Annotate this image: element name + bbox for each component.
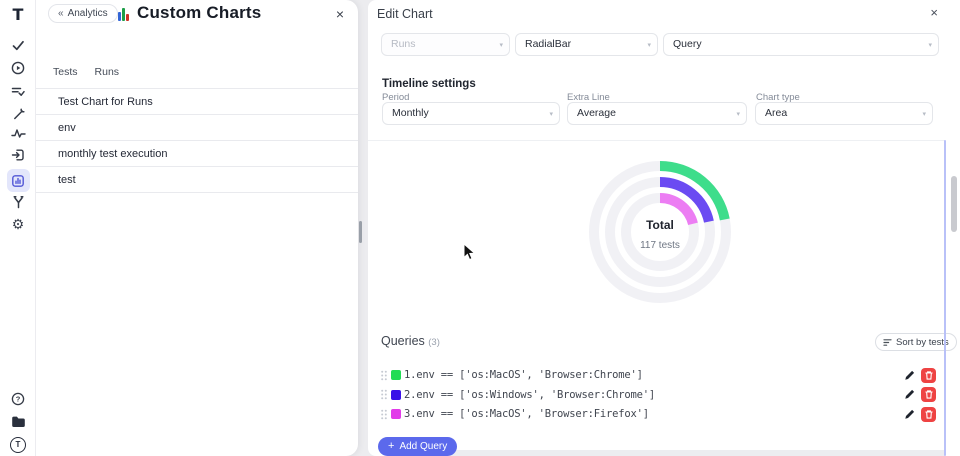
drawer-close-icon[interactable]: × bbox=[334, 5, 346, 23]
branch-icon[interactable] bbox=[0, 195, 36, 209]
period-select[interactable]: Monthly▾ bbox=[382, 102, 560, 125]
help-icon[interactable]: ? bbox=[0, 392, 36, 406]
panel-title: Edit Chart bbox=[377, 7, 433, 21]
bottom-strip bbox=[440, 450, 945, 456]
plus-icon: + bbox=[388, 441, 394, 452]
query-text: 3.env == ['os:MacOS', 'Browser:Firefox'] bbox=[404, 408, 649, 420]
logo-letter: T bbox=[13, 5, 24, 24]
chevron-down-icon: ▾ bbox=[647, 35, 651, 56]
charts-list: Test Chart for Runs env monthly test exe… bbox=[36, 88, 358, 193]
drag-handle-icon[interactable] bbox=[380, 389, 388, 400]
drag-handle-icon[interactable] bbox=[380, 370, 388, 381]
query-row: 2.env == ['os:Windows', 'Browser:Chrome'… bbox=[368, 387, 945, 403]
trash-icon bbox=[925, 390, 933, 399]
back-label: Analytics bbox=[68, 8, 108, 19]
source-select[interactable]: Runs▾ bbox=[381, 33, 510, 56]
query-row: 3.env == ['os:MacOS', 'Browser:Firefox'] bbox=[368, 406, 945, 422]
list-item-chart[interactable]: Test Chart for Runs bbox=[36, 89, 358, 115]
edit-query-icon[interactable] bbox=[904, 409, 915, 420]
chart-type-select[interactable]: Area▾ bbox=[755, 102, 933, 125]
panel-scroll-accent bbox=[944, 140, 946, 456]
edit-query-icon[interactable] bbox=[904, 389, 915, 400]
query-text: 2.env == ['os:Windows', 'Browser:Chrome'… bbox=[404, 389, 655, 401]
query-color-swatch bbox=[391, 390, 401, 400]
chart-kind-select[interactable]: RadialBar▾ bbox=[515, 33, 658, 56]
library-folder-icon[interactable] bbox=[0, 414, 36, 428]
avatar-letter: T bbox=[10, 437, 26, 453]
mode-select[interactable]: Query▾ bbox=[663, 33, 939, 56]
drag-handle-icon[interactable] bbox=[380, 409, 388, 420]
panel-close-icon[interactable]: × bbox=[930, 6, 938, 19]
analytics-icon-active[interactable] bbox=[0, 169, 36, 192]
timeline-settings-heading: Timeline settings bbox=[382, 78, 476, 90]
icon-rail: T ⚙ ? T bbox=[0, 0, 36, 456]
play-circle-icon[interactable] bbox=[0, 61, 36, 75]
list-item-chart[interactable]: test bbox=[36, 167, 358, 193]
chevron-down-icon: ▾ bbox=[549, 104, 553, 125]
user-avatar[interactable]: T bbox=[0, 436, 36, 453]
edit-query-icon[interactable] bbox=[904, 370, 915, 381]
sort-icon bbox=[883, 338, 892, 347]
analytics-icon bbox=[7, 169, 30, 192]
window-scrollbar-thumb[interactable] bbox=[951, 176, 957, 232]
delete-query-button[interactable] bbox=[921, 407, 936, 422]
section-divider bbox=[368, 140, 945, 141]
list-item-chart[interactable]: monthly test execution bbox=[36, 141, 358, 167]
settings-gear-icon[interactable]: ⚙ bbox=[0, 216, 36, 232]
extra-line-select[interactable]: Average▾ bbox=[567, 102, 747, 125]
chevron-down-icon: ▾ bbox=[922, 104, 926, 125]
add-query-button[interactable]: + Add Query bbox=[378, 437, 457, 456]
radialbar-svg bbox=[560, 152, 760, 312]
tab-tests[interactable]: Tests bbox=[53, 66, 78, 78]
page-title: Custom Charts bbox=[137, 3, 261, 23]
chevron-down-icon: ▾ bbox=[736, 104, 740, 125]
import-icon[interactable] bbox=[0, 148, 36, 162]
edit-chart-panel: Edit Chart × Runs▾ RadialBar▾ Query▾ Tim… bbox=[368, 0, 960, 456]
wand-icon[interactable] bbox=[0, 108, 36, 121]
queries-heading: Queries (3) bbox=[381, 334, 440, 348]
radialbar-chart: Total 117 tests bbox=[560, 152, 760, 312]
list-item-chart[interactable]: env bbox=[36, 115, 358, 141]
trash-icon bbox=[925, 410, 933, 419]
tab-runs[interactable]: Runs bbox=[95, 66, 120, 78]
bar-chart-icon bbox=[118, 9, 131, 23]
query-row: 1.env == ['os:MacOS', 'Browser:Chrome'] bbox=[368, 367, 945, 383]
delete-query-button[interactable] bbox=[921, 368, 936, 383]
app-logo[interactable]: T bbox=[0, 4, 36, 24]
query-color-swatch bbox=[391, 370, 401, 380]
panel-resize-handle[interactable] bbox=[359, 221, 362, 243]
drawer-title-wrap: Custom Charts bbox=[118, 3, 261, 23]
back-chevron-icon: « bbox=[58, 8, 64, 19]
tasks-check-icon[interactable] bbox=[0, 38, 36, 52]
back-to-analytics-button[interactable]: « Analytics bbox=[48, 4, 118, 23]
drawer-tabs: Tests Runs bbox=[53, 66, 119, 78]
trash-icon bbox=[925, 371, 933, 380]
chevron-down-icon: ▾ bbox=[928, 35, 932, 56]
chevron-down-icon: ▾ bbox=[499, 35, 503, 56]
pulse-icon[interactable] bbox=[0, 127, 36, 139]
svg-text:?: ? bbox=[16, 395, 21, 404]
query-text: 1.env == ['os:MacOS', 'Browser:Chrome'] bbox=[404, 369, 643, 381]
query-color-swatch bbox=[391, 409, 401, 419]
queries-count: (3) bbox=[428, 337, 440, 348]
list-check-icon[interactable] bbox=[0, 85, 36, 98]
delete-query-button[interactable] bbox=[921, 387, 936, 402]
charts-drawer: « Analytics Custom Charts × Tests Runs T… bbox=[36, 0, 358, 456]
